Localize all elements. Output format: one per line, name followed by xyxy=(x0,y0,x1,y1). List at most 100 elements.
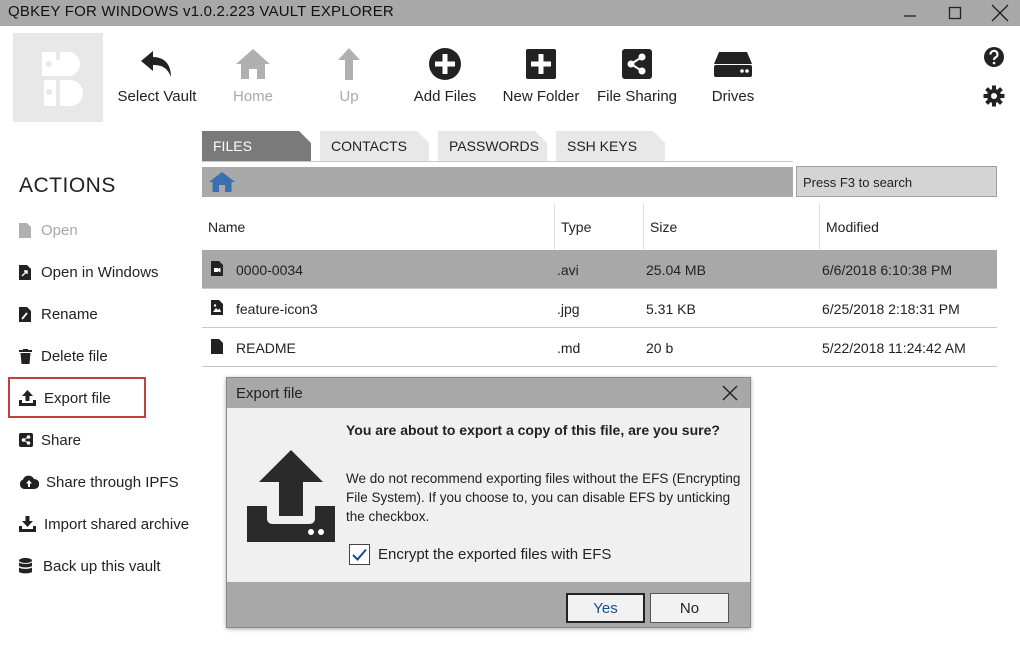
search-input[interactable]: Press F3 to search xyxy=(796,166,997,197)
action-delete-file[interactable]: Delete file xyxy=(19,343,108,369)
tab-files-label: FILES xyxy=(213,138,252,154)
action-share[interactable]: Share xyxy=(19,427,81,453)
action-export-file[interactable]: Export file xyxy=(19,385,111,411)
encrypt-efs-checkbox[interactable] xyxy=(349,544,370,565)
action-import-shared-archive-label: Import shared archive xyxy=(44,515,190,533)
tab-passwords-label: PASSWORDS xyxy=(449,138,539,154)
file-icon xyxy=(211,339,223,354)
tab-ssh-keys-label: SSH KEYS xyxy=(567,138,638,154)
search-placeholder: Press F3 to search xyxy=(803,175,913,190)
home-icon[interactable] xyxy=(208,171,236,193)
minimize-button[interactable] xyxy=(887,0,933,26)
action-share-label: Share xyxy=(41,431,82,449)
tab-files[interactable]: FILES xyxy=(202,131,311,161)
settings-button[interactable] xyxy=(982,84,1006,108)
action-rename[interactable]: Rename xyxy=(19,301,98,327)
action-export-file-label: Export file xyxy=(44,389,111,407)
file-type: .jpg xyxy=(557,301,580,317)
close-icon xyxy=(991,4,1009,22)
tab-ssh-keys[interactable]: SSH KEYS xyxy=(556,131,665,161)
file-sharing-label: File Sharing xyxy=(596,88,678,105)
close-window-button[interactable] xyxy=(977,0,1020,26)
file-size: 5.31 KB xyxy=(646,301,696,317)
file-name: feature-icon3 xyxy=(236,301,318,317)
actions-title: ACTIONS xyxy=(19,174,116,197)
path-bar xyxy=(202,167,793,197)
file-size: 25.04 MB xyxy=(646,262,706,278)
home-label: Home xyxy=(232,88,273,105)
no-button[interactable]: No xyxy=(650,593,729,623)
action-back-up-vault[interactable]: Back up this vault xyxy=(19,553,161,579)
up-arrow-icon xyxy=(338,48,360,80)
share-icon xyxy=(622,49,652,79)
action-open-in-windows[interactable]: Open in Windows xyxy=(19,259,159,285)
table-row[interactable]: 0000-0034 .avi 25.04 MB 6/6/2018 6:10:38… xyxy=(202,250,997,289)
file-modified: 5/22/2018 11:24:42 AM xyxy=(822,340,966,356)
drives-label: Drives xyxy=(711,88,755,105)
column-header-type[interactable]: Type xyxy=(561,219,591,235)
add-files-button[interactable]: Add Files xyxy=(413,44,477,114)
dialog-footer: Yes No xyxy=(227,582,750,627)
minimize-icon xyxy=(904,15,916,17)
action-open[interactable]: Open xyxy=(19,217,78,243)
image-file-icon xyxy=(211,300,223,315)
action-import-shared-archive[interactable]: Import shared archive xyxy=(19,511,189,537)
yes-button[interactable]: Yes xyxy=(566,593,645,623)
tab-passwords[interactable]: PASSWORDS xyxy=(438,131,547,161)
home-button[interactable]: Home xyxy=(225,44,281,114)
database-icon xyxy=(19,558,32,574)
help-button[interactable] xyxy=(982,45,1006,69)
action-open-in-windows-label: Open in Windows xyxy=(41,263,159,281)
yes-button-label: Yes xyxy=(593,599,618,617)
tab-contacts[interactable]: CONTACTS xyxy=(320,131,429,161)
help-icon xyxy=(984,47,1004,67)
column-divider[interactable] xyxy=(554,203,555,250)
file-name: 0000-0034 xyxy=(236,262,303,278)
select-vault-label: Select Vault xyxy=(117,88,197,105)
file-type: .md xyxy=(557,340,581,356)
action-share-through-ipfs[interactable]: Share through IPFS xyxy=(19,469,179,495)
no-button-label: No xyxy=(679,599,700,617)
drive-icon xyxy=(714,52,752,77)
dialog-heading: You are about to export a copy of this f… xyxy=(346,422,720,438)
title-bar: QBKEY FOR WINDOWS v1.0.2.223 VAULT EXPLO… xyxy=(0,0,1020,26)
column-divider[interactable] xyxy=(819,203,820,250)
table-row[interactable]: feature-icon3 .jpg 5.31 KB 6/25/2018 2:1… xyxy=(202,289,997,328)
file-edit-icon xyxy=(19,306,31,322)
plus-square-icon xyxy=(526,49,556,79)
column-header-name[interactable]: Name xyxy=(208,219,245,235)
app-logo xyxy=(13,33,103,122)
file-open-icon xyxy=(19,264,31,280)
file-name: README xyxy=(236,340,296,356)
file-size: 20 b xyxy=(646,340,674,356)
home-icon xyxy=(236,49,270,79)
action-open-label: Open xyxy=(41,221,78,239)
trash-icon xyxy=(19,348,32,364)
maximize-icon xyxy=(948,6,962,20)
action-back-up-vault-label: Back up this vault xyxy=(43,557,161,575)
table-row[interactable]: README .md 20 b 5/22/2018 11:24:42 AM xyxy=(202,328,997,367)
select-vault-button[interactable]: Select Vault xyxy=(116,44,198,114)
up-button[interactable]: Up xyxy=(329,44,369,114)
new-folder-button[interactable]: New Folder xyxy=(501,44,581,114)
close-icon[interactable] xyxy=(720,383,740,403)
column-header-modified[interactable]: Modified xyxy=(826,219,879,235)
new-folder-label: New Folder xyxy=(502,88,580,105)
file-sharing-button[interactable]: File Sharing xyxy=(597,44,677,114)
column-divider[interactable] xyxy=(643,203,644,250)
file-icon xyxy=(19,222,31,238)
dialog-body: We do not recommend exporting files with… xyxy=(346,471,741,524)
column-header-size[interactable]: Size xyxy=(650,219,677,235)
cloud-upload-icon xyxy=(19,475,39,489)
encrypt-efs-label[interactable]: Encrypt the exported files with EFS xyxy=(378,546,611,563)
action-share-through-ipfs-label: Share through IPFS xyxy=(46,473,179,491)
window-title: QBKEY FOR WINDOWS v1.0.2.223 VAULT EXPLO… xyxy=(8,3,394,20)
checkmark-icon xyxy=(352,548,367,561)
maximize-button[interactable] xyxy=(932,0,978,26)
up-label: Up xyxy=(339,88,359,105)
download-icon xyxy=(19,516,36,532)
action-delete-file-label: Delete file xyxy=(41,347,108,365)
add-files-label: Add Files xyxy=(413,88,477,105)
drives-button[interactable]: Drives xyxy=(711,44,755,114)
undo-arrow-icon xyxy=(141,51,171,77)
